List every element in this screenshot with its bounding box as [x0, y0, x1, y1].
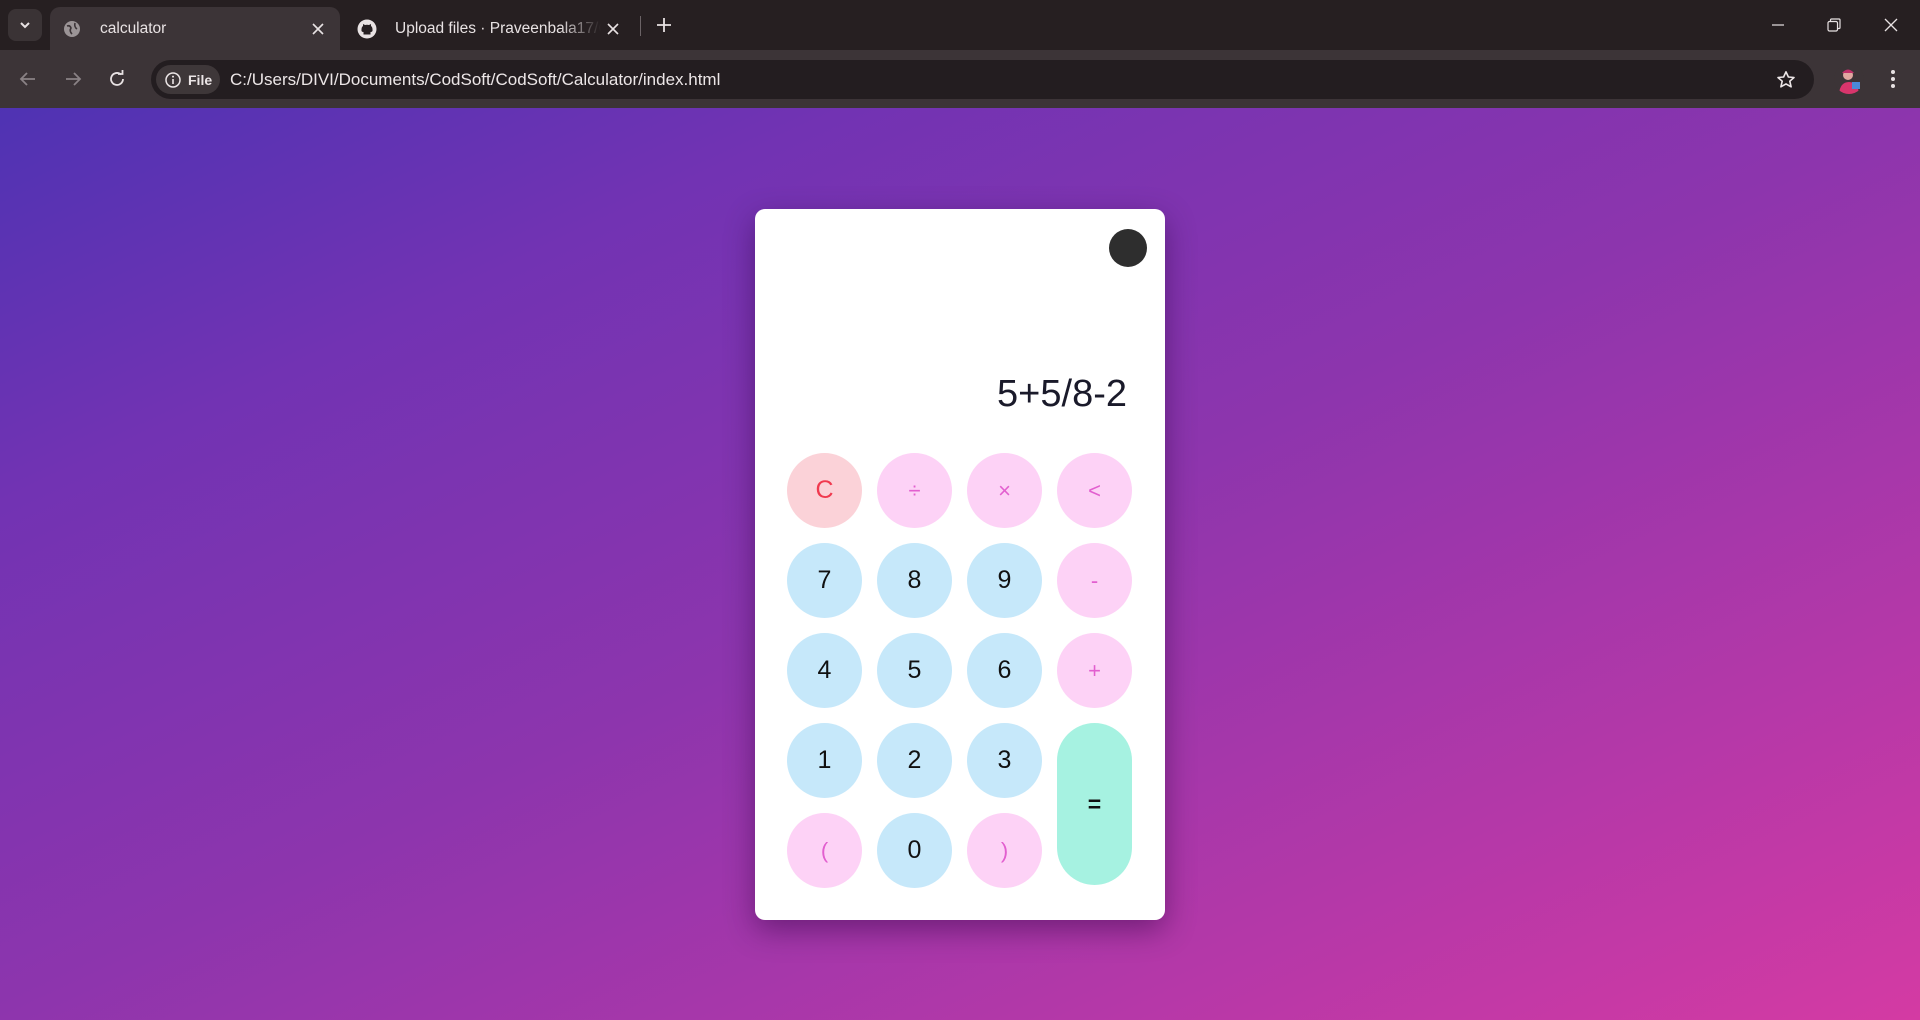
reload-icon: [110, 70, 124, 86]
forward-button[interactable]: [57, 63, 89, 95]
theme-toggle-button[interactable]: [1109, 229, 1147, 267]
tab-title: calculator: [100, 19, 167, 37]
restore-button[interactable]: [1806, 0, 1862, 50]
restore-icon: [1827, 18, 1841, 32]
tab-strip: calculator Upload files · Praveenbala17/…: [0, 0, 1920, 50]
browser-toolbar: File C:/Users/DIVI/Documents/CodSoft/Cod…: [0, 50, 1920, 108]
info-icon: [164, 71, 182, 89]
digit-6-button[interactable]: 6: [967, 633, 1042, 708]
digit-2-button[interactable]: 2: [877, 723, 952, 798]
github-icon: [357, 19, 377, 39]
digit-4-button[interactable]: 4: [787, 633, 862, 708]
address-bar[interactable]: File C:/Users/DIVI/Documents/CodSoft/Cod…: [151, 60, 1814, 99]
calculator: 5+5/8-2 C ÷ × < 7 8 9 - 4 5 6 + 1 2 3 = …: [755, 209, 1165, 920]
calculator-display: 5+5/8-2: [997, 373, 1127, 415]
close-window-button[interactable]: [1863, 0, 1919, 50]
digit-8-button[interactable]: 8: [877, 543, 952, 618]
arrow-left-icon: [19, 72, 35, 86]
back-button[interactable]: [12, 63, 44, 95]
minimize-icon: [1772, 24, 1784, 26]
tab-title: Upload files · Praveenbala17/CodSoft: [395, 19, 601, 37]
tab-calculator[interactable]: calculator: [50, 7, 340, 50]
url-text[interactable]: C:/Users/DIVI/Documents/CodSoft/CodSoft/…: [230, 70, 720, 90]
equals-button[interactable]: =: [1057, 723, 1132, 885]
clear-button[interactable]: C: [787, 453, 862, 528]
plus-icon: [657, 18, 671, 32]
more-vert-icon: [1891, 70, 1895, 88]
minimize-button[interactable]: [1750, 0, 1806, 50]
tab-separator: [640, 16, 641, 36]
divide-button[interactable]: ÷: [877, 453, 952, 528]
site-info-chip[interactable]: File: [156, 65, 220, 94]
browser-menu-button[interactable]: [1878, 64, 1908, 94]
digit-5-button[interactable]: 5: [877, 633, 952, 708]
scheme-label: File: [188, 71, 213, 88]
close-tab-icon[interactable]: [601, 17, 625, 41]
digit-0-button[interactable]: 0: [877, 813, 952, 888]
reload-button[interactable]: [101, 63, 133, 95]
arrow-right-icon: [66, 72, 82, 86]
plus-button[interactable]: +: [1057, 633, 1132, 708]
minus-button[interactable]: -: [1057, 543, 1132, 618]
close-paren-button[interactable]: ): [967, 813, 1042, 888]
digit-1-button[interactable]: 1: [787, 723, 862, 798]
globe-icon: [62, 19, 82, 39]
multiply-button[interactable]: ×: [967, 453, 1042, 528]
chevron-down-icon: [20, 22, 30, 29]
tab-search-button[interactable]: [8, 9, 42, 41]
digit-9-button[interactable]: 9: [967, 543, 1042, 618]
tab-upload-files[interactable]: Upload files · Praveenbala17/CodSoft: [345, 7, 635, 50]
profile-avatar[interactable]: [1834, 64, 1864, 94]
open-paren-button[interactable]: (: [787, 813, 862, 888]
backspace-button[interactable]: <: [1057, 453, 1132, 528]
close-icon: [1884, 18, 1898, 32]
close-tab-icon[interactable]: [306, 17, 330, 41]
new-tab-button[interactable]: [652, 12, 676, 38]
digit-7-button[interactable]: 7: [787, 543, 862, 618]
page-viewport: 5+5/8-2 C ÷ × < 7 8 9 - 4 5 6 + 1 2 3 = …: [0, 108, 1920, 1020]
bookmark-star-icon[interactable]: [1774, 68, 1798, 92]
digit-3-button[interactable]: 3: [967, 723, 1042, 798]
